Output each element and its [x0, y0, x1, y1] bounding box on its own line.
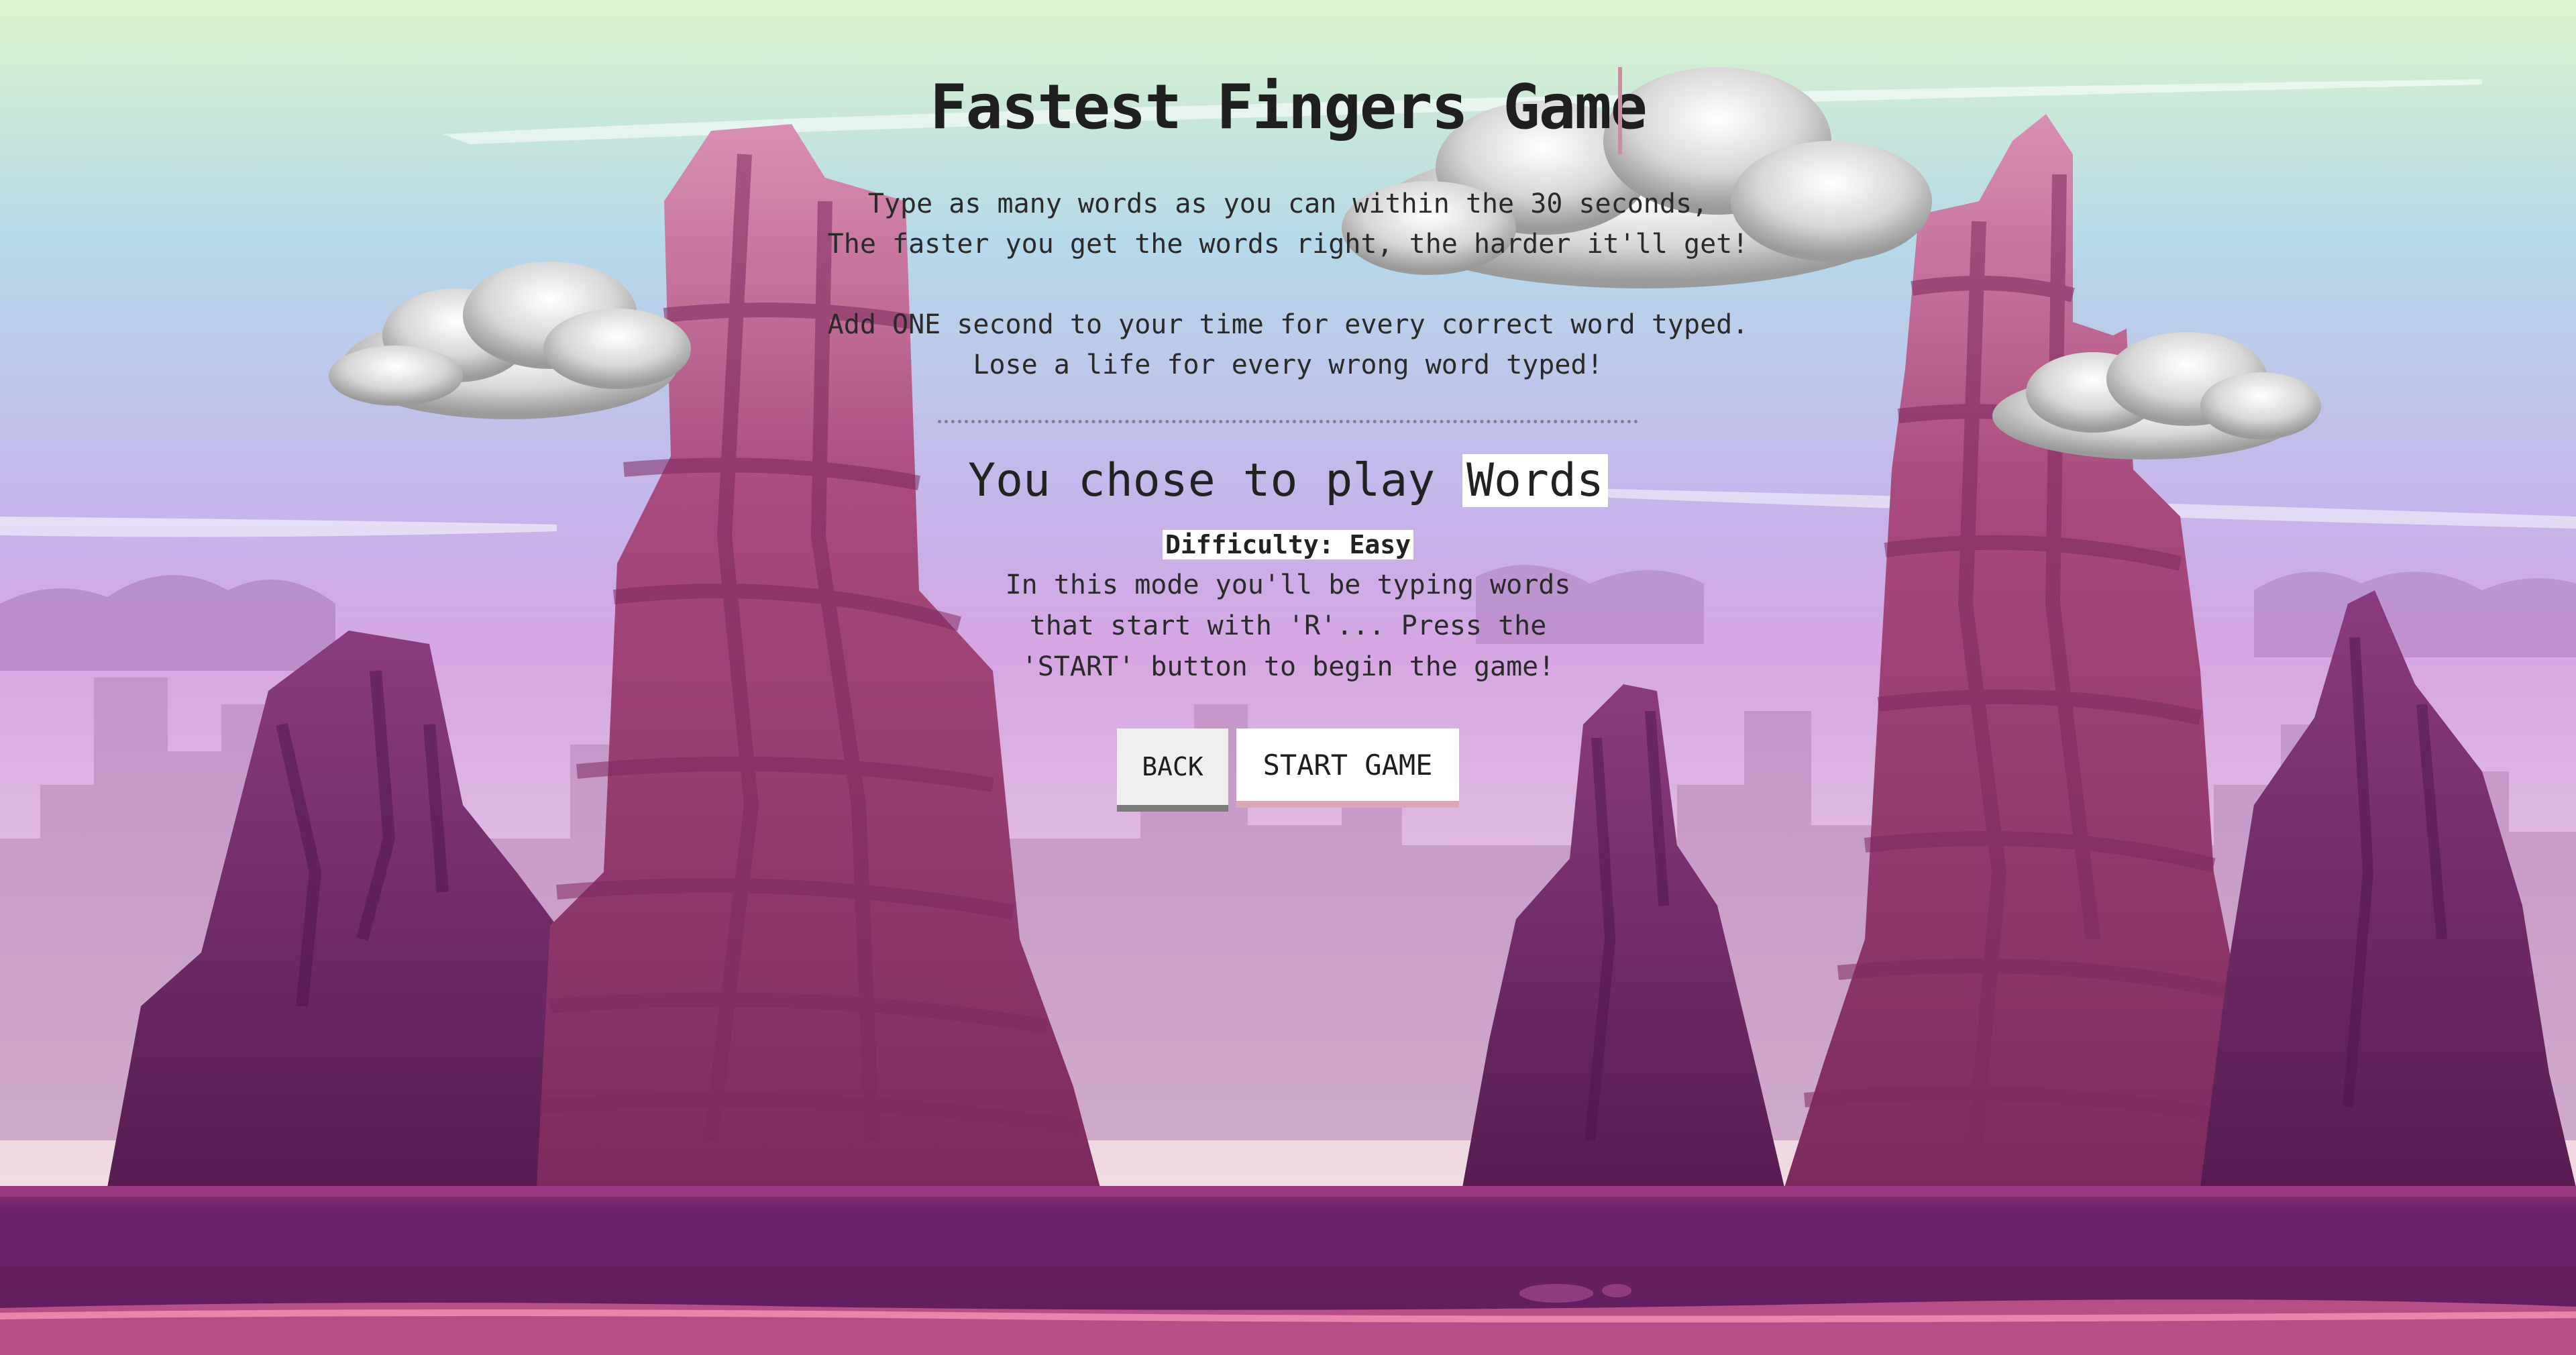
- title-cursor: [1618, 67, 1622, 154]
- title-wrap: Fastest Fingers Game: [0, 64, 2576, 151]
- mode-prefix: You chose to play: [968, 454, 1436, 507]
- button-row: BACK START GAME: [0, 728, 2576, 812]
- instruction-line: Add ONE second to your time for every co…: [827, 309, 1749, 340]
- difficulty-value: Easy: [1349, 530, 1411, 559]
- mode-description: In this mode you'll be typing words that…: [1005, 570, 1571, 682]
- page-title: Fastest Fingers Game: [930, 71, 1648, 143]
- section-divider: [938, 420, 1638, 423]
- difficulty-box: Difficulty: Easy: [1162, 530, 1414, 559]
- instruction-line: Lose a life for every wrong word typed!: [973, 349, 1603, 380]
- instruction-line: Type as many words as you can within the…: [867, 188, 1709, 219]
- difficulty: Difficulty: Easy: [0, 527, 2576, 562]
- instructions: Type as many words as you can within the…: [0, 184, 2576, 385]
- difficulty-label: Difficulty:: [1165, 530, 1334, 559]
- mode-name: Words: [1462, 454, 1608, 507]
- start-game-button[interactable]: START GAME: [1236, 728, 1459, 808]
- game-panel: Fastest Fingers Game Type as many words …: [0, 0, 2576, 1355]
- instruction-line: The faster you get the words right, the …: [827, 229, 1749, 260]
- back-button[interactable]: BACK: [1117, 728, 1228, 812]
- mode-heading: You chose to play Words: [0, 451, 2576, 511]
